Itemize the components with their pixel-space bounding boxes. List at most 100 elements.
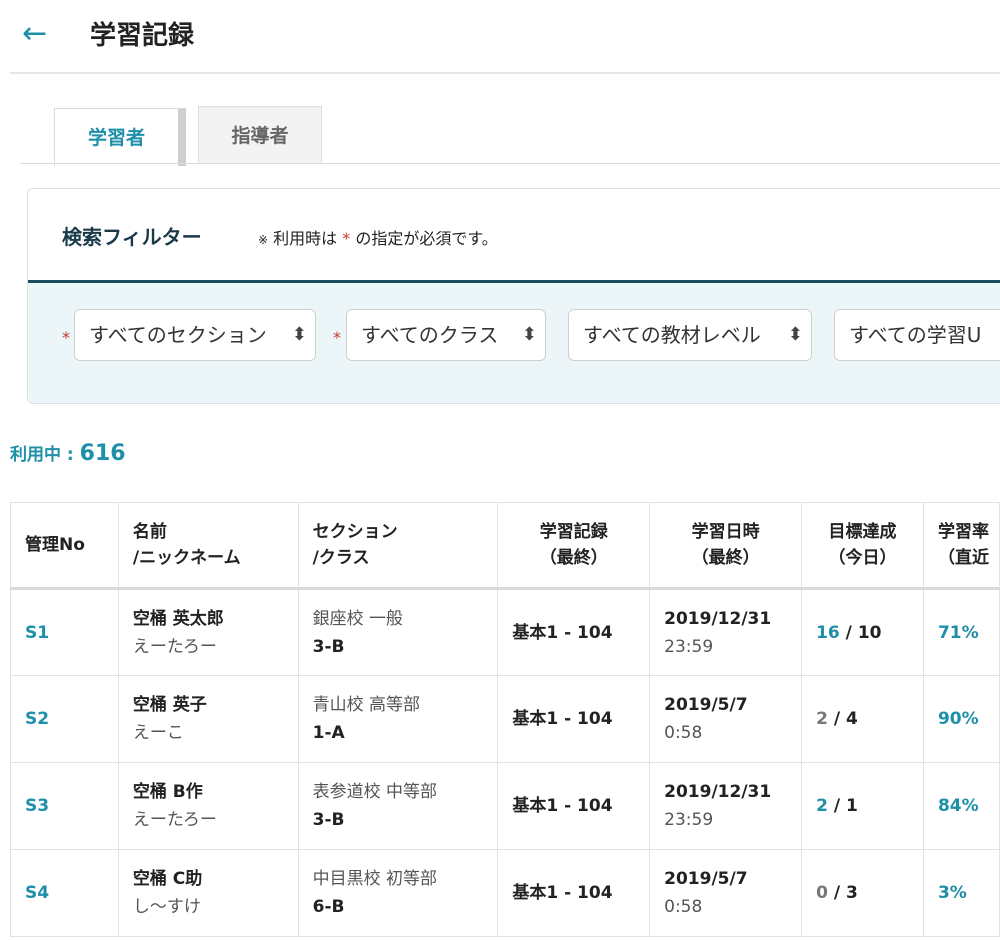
class-name: 3-B <box>312 810 345 830</box>
search-filter-panel: 検索フィルター ※ 利用時は * の指定が必須です。 * すべてのセクション ⬍ … <box>27 188 1000 404</box>
table-row[interactable]: S2 空桶 英子 えーこ 青山校 高等部 1-A 基本1 - 104 2019/5/7 0:5… <box>10 675 1000 763</box>
cell-goal: 2 / 1 <box>801 762 924 850</box>
learner-name: 空桶 C助 <box>132 869 203 889</box>
learner-id-link[interactable]: S1 <box>25 623 49 643</box>
cell-record: 基本1 - 104 <box>497 762 651 850</box>
last-record: 基本1 - 104 <box>512 796 613 816</box>
last-time: 23:59 <box>664 810 714 830</box>
cell-goal: 2 / 4 <box>801 675 924 763</box>
learner-id-link[interactable]: S4 <box>25 883 49 903</box>
learner-nickname: えーたろー <box>132 636 217 657</box>
section-select[interactable]: すべてのセクション ⬍ <box>74 309 316 361</box>
cell-id[interactable]: S3 <box>10 762 119 850</box>
class-name: 3-B <box>312 636 345 657</box>
section-name: 銀座校 一般 <box>312 608 404 629</box>
table-header-row: 管理No 名前/ニックネーム セクション/クラス 学習記録 （最終） 学習日時 （最… <box>10 502 1000 590</box>
col-header-date-l1: 学習日時 <box>691 522 760 542</box>
sort-arrows-icon: ⬍ <box>521 324 537 345</box>
col-header-record-l2: （最終） <box>539 548 608 568</box>
note-post: の指定が必須です。 <box>355 229 498 248</box>
cell-record: 基本1 - 104 <box>497 849 651 937</box>
col-header-id-label: 管理No <box>25 535 85 555</box>
back-arrow-icon[interactable]: ← <box>22 14 47 54</box>
tab-instructor[interactable]: 指導者 <box>198 106 322 164</box>
page-title: 学習記録 <box>90 21 195 51</box>
col-header-record[interactable]: 学習記録 （最終） <box>497 502 651 590</box>
cell-id[interactable]: S4 <box>10 849 119 937</box>
class-select[interactable]: すべてのクラス ⬍ <box>346 309 546 361</box>
learner-name: 空桶 英子 <box>132 695 207 715</box>
filter-note: ※ 利用時は * の指定が必須です。 <box>258 225 498 249</box>
col-header-name[interactable]: 名前/ニックネーム <box>117 502 299 590</box>
col-header-section-l1: セクション <box>312 522 398 542</box>
cell-name: 空桶 英子 えーこ <box>117 675 299 763</box>
section-name: 表参道校 中等部 <box>312 782 438 802</box>
goal-separator: / <box>827 709 846 729</box>
tab-learner[interactable]: 学習者 <box>54 108 186 166</box>
cell-date: 2019/12/31 23:59 <box>649 762 803 850</box>
learning-records-table: 管理No 名前/ニックネーム セクション/クラス 学習記録 （最終） 学習日時 （最… <box>10 502 1000 937</box>
goal-done: 0 <box>816 883 828 903</box>
section-name: 青山校 高等部 <box>312 695 421 715</box>
cell-date: 2019/5/7 0:58 <box>649 849 803 937</box>
note-mark: ※ <box>258 233 269 247</box>
class-select-value: すべてのクラス <box>361 323 499 347</box>
sort-arrows-icon: ⬍ <box>291 324 307 345</box>
col-header-rate-l2: （直近 <box>937 548 989 568</box>
filter-header: 検索フィルター ※ 利用時は * の指定が必須です。 <box>28 189 1000 283</box>
active-count: 利用中 : 616 <box>10 440 126 466</box>
cell-id[interactable]: S1 <box>10 588 119 676</box>
col-header-section[interactable]: セクション/クラス <box>297 502 499 590</box>
table-row[interactable]: S1 空桶 英太郎 えーたろー 銀座校 一般 3-B 基本1 - 104 2019/12/3… <box>10 588 1000 676</box>
col-header-name-l2: /ニックネーム <box>132 548 241 568</box>
required-star: * <box>62 328 70 347</box>
col-header-id[interactable]: 管理No <box>10 502 119 590</box>
last-time: 0:58 <box>664 723 703 743</box>
goal-target: 4 <box>845 709 858 729</box>
cell-section: 表参道校 中等部 3-B <box>297 762 499 850</box>
last-time: 23:59 <box>664 636 714 657</box>
learner-id-link[interactable]: S3 <box>25 796 49 816</box>
class-name: 1-A <box>312 723 345 743</box>
learner-name: 空桶 B作 <box>132 782 203 802</box>
table-row[interactable]: S3 空桶 B作 えーたろー 表参道校 中等部 3-B 基本1 - 104 2019/12/… <box>10 762 1000 850</box>
learner-id-link[interactable]: S2 <box>25 709 49 729</box>
goal-separator: / <box>839 622 858 643</box>
col-header-record-l1: 学習記録 <box>539 522 608 542</box>
col-header-goal[interactable]: 目標達成 （今日） <box>801 502 924 590</box>
goal-done: 2 <box>816 709 828 729</box>
cell-section: 中目黒校 初等部 6-B <box>297 849 499 937</box>
last-record: 基本1 - 104 <box>512 709 613 729</box>
cell-date: 2019/12/31 23:59 <box>649 588 803 676</box>
cell-section: 銀座校 一般 3-B <box>297 588 499 676</box>
learning-unit-select[interactable]: すべての学習U⬍ <box>834 309 1000 361</box>
material-level-select[interactable]: すべての教材レベル ⬍ <box>568 309 812 361</box>
note-pre: 利用時は <box>273 229 338 248</box>
cell-date: 2019/5/7 0:58 <box>649 675 803 763</box>
col-header-date[interactable]: 学習日時 （最終） <box>649 502 803 590</box>
learning-rate: 3% <box>937 883 967 903</box>
cell-section: 青山校 高等部 1-A <box>297 675 499 763</box>
cell-record: 基本1 - 104 <box>497 588 651 676</box>
cell-goal: 0 / 3 <box>801 849 924 937</box>
col-header-rate[interactable]: 学習率 （直近 <box>922 502 1000 590</box>
last-record: 基本1 - 104 <box>512 883 613 903</box>
last-date: 2019/12/31 <box>664 608 772 629</box>
goal-done: 2 <box>816 796 828 816</box>
cell-id[interactable]: S2 <box>10 675 119 763</box>
last-date: 2019/5/7 <box>664 869 748 889</box>
table-row[interactable]: S4 空桶 C助 し〜すけ 中目黒校 初等部 6-B 基本1 - 104 2019/5/7 0… <box>10 849 1000 937</box>
last-record: 基本1 - 104 <box>512 622 613 643</box>
last-time: 0:58 <box>664 897 703 917</box>
cell-goal: 16 / 10 <box>801 588 924 676</box>
learner-nickname: えーこ <box>132 723 184 743</box>
cell-record: 基本1 - 104 <box>497 675 651 763</box>
tabs-divider <box>20 163 1000 164</box>
cell-name: 空桶 C助 し〜すけ <box>117 849 299 937</box>
section-name: 中目黒校 初等部 <box>312 869 438 889</box>
cell-rate: 90% <box>922 675 1000 763</box>
learner-name: 空桶 英太郎 <box>132 608 224 629</box>
goal-target: 3 <box>845 883 858 903</box>
col-header-name-l1: 名前 <box>132 522 167 542</box>
page-header: ← 学習記録 <box>0 0 1000 72</box>
